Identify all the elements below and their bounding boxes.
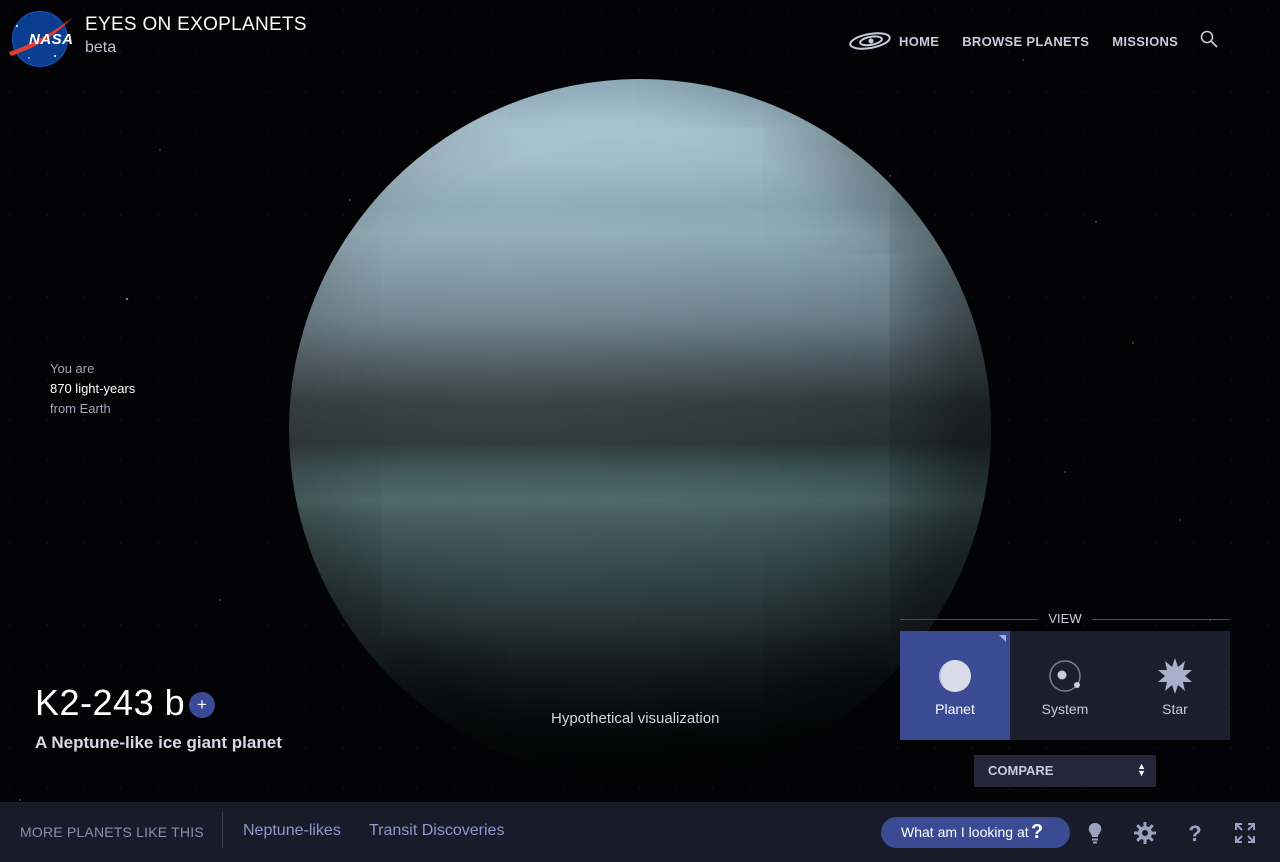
view-system-button[interactable]: System [1010, 631, 1120, 740]
visualization-note: Hypothetical visualization [551, 710, 720, 727]
nasa-logo-text: NASA [29, 31, 74, 48]
select-arrows-icon: ▲ ▼ [1137, 761, 1146, 778]
question-mark-icon: ? [1031, 821, 1044, 843]
view-label: VIEW [1048, 611, 1082, 626]
compare-select[interactable]: COMPARE ▲ ▼ [974, 755, 1156, 787]
main-nav: HOME BROWSE PLANETS MISSIONS [848, 31, 1201, 51]
active-corner-marker [999, 635, 1006, 642]
footer-divider [222, 812, 223, 848]
planet-icon [939, 660, 971, 692]
help-icon[interactable]: ? [1183, 821, 1207, 845]
search-icon[interactable] [1200, 30, 1218, 48]
nav-missions[interactable]: MISSIONS [1112, 34, 1178, 49]
planet-description: A Neptune-like ice giant planet [35, 733, 282, 752]
distance-readout: You are 870 light-years from Earth [50, 359, 135, 419]
add-planet-button[interactable]: + [189, 692, 215, 718]
galaxy-icon[interactable] [848, 31, 892, 51]
nav-home[interactable]: HOME [899, 34, 939, 49]
distance-prefix: You are [50, 361, 95, 376]
link-transit-discoveries[interactable]: Transit Discoveries [369, 822, 504, 840]
nav-browse-planets[interactable]: BROWSE PLANETS [962, 34, 1089, 49]
svg-text:?: ? [1188, 821, 1201, 845]
settings-gear-icon[interactable] [1133, 821, 1157, 845]
footer-bar: MORE PLANETS LIKE THIS Neptune-likes Tra… [0, 802, 1280, 862]
link-neptune-likes[interactable]: Neptune-likes [243, 822, 341, 840]
lightbulb-icon[interactable] [1083, 821, 1107, 845]
what-am-i-looking-at-label: What am I looking at [901, 824, 1029, 840]
view-planet-label: Planet [935, 701, 975, 717]
distance-value: 870 light-years [50, 381, 136, 396]
distance-suffix: from Earth [50, 401, 111, 416]
more-planets-label: MORE PLANETS LIKE THIS [20, 824, 204, 840]
compare-label: COMPARE [988, 763, 1054, 778]
view-selector: Planet System Star [900, 631, 1230, 740]
nasa-logo[interactable]: NASA [9, 11, 73, 67]
site-subtitle: beta [85, 39, 117, 56]
view-star-label: Star [1162, 701, 1188, 717]
planet-visualization[interactable] [289, 79, 991, 781]
view-system-label: System [1041, 701, 1089, 717]
fullscreen-icon[interactable] [1233, 821, 1257, 845]
view-planet-button[interactable]: Planet [900, 631, 1010, 740]
planet-name: K2-243 b [35, 682, 186, 723]
site-title[interactable]: EYES ON EXOPLANETS [85, 14, 307, 36]
star-burst-icon [1158, 658, 1192, 694]
what-am-i-looking-at-button[interactable]: What am I looking at ? [881, 817, 1070, 848]
system-icon [1049, 660, 1081, 692]
view-star-button[interactable]: Star [1120, 631, 1230, 740]
